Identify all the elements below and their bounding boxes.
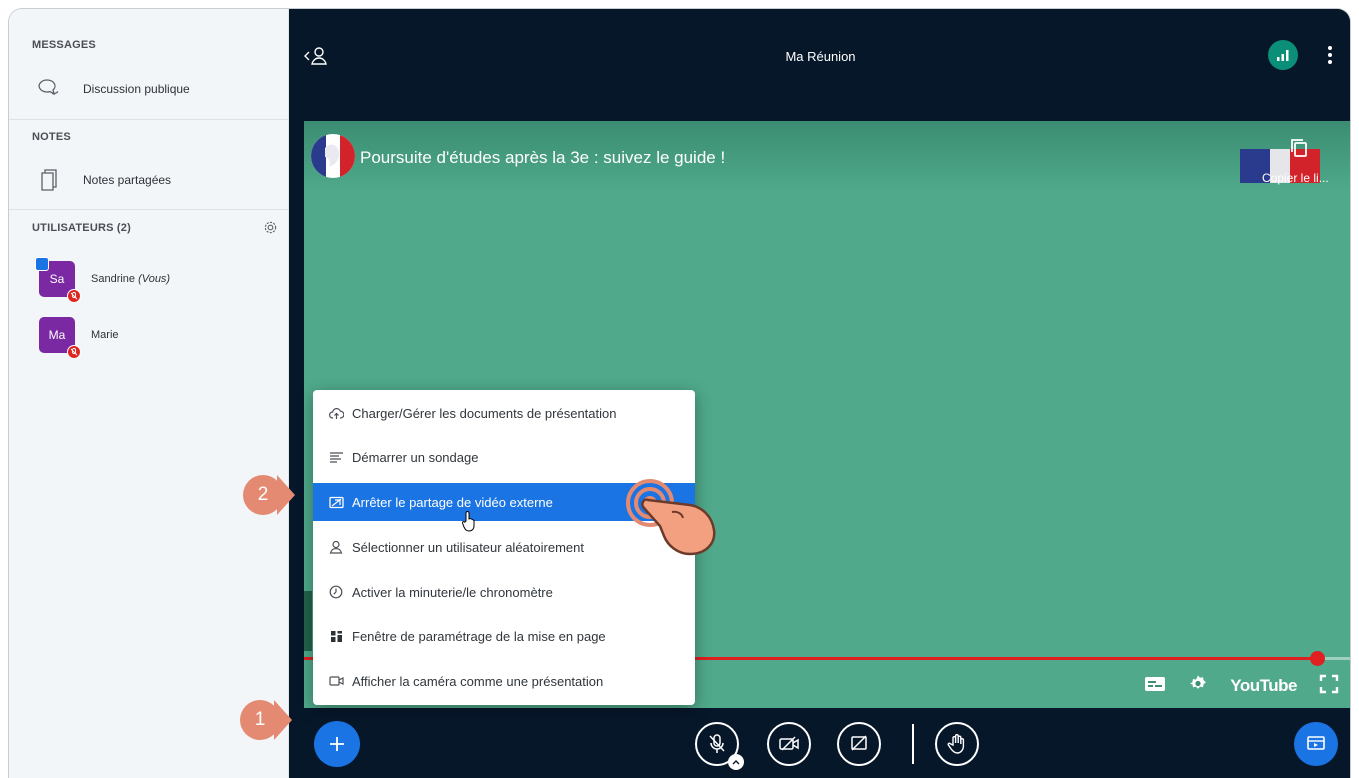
menu-item-label: Sélectionner un utilisateur aléatoiremen… bbox=[352, 539, 584, 555]
menu-item-label: Afficher la caméra comme une présentatio… bbox=[352, 673, 604, 689]
user-name: Marie bbox=[91, 329, 119, 341]
plus-icon bbox=[330, 737, 344, 751]
copy-link-label[interactable]: Copier le li... bbox=[1262, 171, 1329, 185]
tutorial-step-2-badge: 2 bbox=[243, 475, 295, 515]
subtitles-icon[interactable] bbox=[1144, 676, 1166, 697]
presentation-toggle-button[interactable] bbox=[1294, 722, 1338, 766]
menu-item-label: Démarrer un sondage bbox=[352, 449, 479, 465]
fullscreen-icon[interactable] bbox=[1319, 674, 1339, 699]
raise-hand-icon bbox=[947, 734, 965, 754]
options-menu-icon[interactable] bbox=[1322, 43, 1338, 67]
youtube-logo[interactable]: YouTube bbox=[1230, 676, 1297, 696]
menu-item-camera-as-content[interactable]: Afficher la caméra comme une présentatio… bbox=[313, 662, 695, 700]
menu-item-layout-settings[interactable]: Fenêtre de paramétrage de la mise en pag… bbox=[313, 617, 695, 655]
upload-icon bbox=[328, 405, 344, 421]
sidebar: MESSAGES Discussion publique NOTES Notes… bbox=[9, 9, 289, 778]
external-video-icon bbox=[328, 494, 344, 510]
share-webcam-button[interactable] bbox=[767, 722, 811, 766]
actions-plus-button[interactable] bbox=[314, 721, 360, 767]
menu-item-start-poll[interactable]: Démarrer un sondage bbox=[313, 438, 695, 476]
sidebar-divider bbox=[9, 209, 288, 210]
user-list-item[interactable]: Sa Sandrine (Vous) bbox=[35, 257, 171, 303]
channel-logo-icon[interactable] bbox=[311, 134, 355, 178]
signal-bars-icon bbox=[1277, 50, 1289, 61]
users-settings-gear-icon[interactable] bbox=[263, 220, 278, 240]
timer-icon bbox=[328, 584, 344, 600]
avatar-initials: Sa bbox=[49, 272, 65, 286]
top-bar: Ma Réunion bbox=[289, 9, 1350, 119]
step-pointer bbox=[274, 700, 292, 740]
you-suffix: (Vous) bbox=[138, 273, 171, 285]
public-chat-label: Discussion publique bbox=[83, 82, 190, 96]
copy-link-icon[interactable] bbox=[1289, 137, 1311, 164]
messages-section-title: MESSAGES bbox=[32, 39, 96, 51]
action-bar bbox=[289, 709, 1350, 778]
step-pointer bbox=[277, 475, 295, 515]
notes-section-title: NOTES bbox=[32, 131, 71, 143]
menu-item-label: Arrêter le partage de vidéo externe bbox=[352, 494, 553, 510]
unmute-button[interactable] bbox=[695, 722, 744, 770]
shared-notes-label: Notes partagées bbox=[83, 173, 172, 187]
camera-off-icon bbox=[779, 736, 799, 751]
mouse-pointer-hand-icon bbox=[461, 510, 478, 537]
tap-gesture-hand-icon bbox=[620, 478, 720, 563]
menu-item-label: Activer la minuterie/le chronomètre bbox=[352, 584, 553, 600]
meeting-title: Ma Réunion bbox=[785, 49, 856, 64]
muted-mic-icon bbox=[67, 289, 81, 303]
screen-share-off-icon bbox=[851, 735, 867, 751]
menu-item-label: Charger/Gérer les documents de présentat… bbox=[352, 405, 617, 421]
notes-icon bbox=[37, 168, 61, 192]
video-controls: YouTube bbox=[1144, 673, 1339, 699]
poll-icon bbox=[328, 449, 344, 465]
audio-options-chevron-icon[interactable] bbox=[728, 754, 744, 770]
tutorial-step-1-badge: 1 bbox=[240, 700, 292, 740]
menu-item-timer[interactable]: Activer la minuterie/le chronomètre bbox=[313, 573, 695, 611]
connection-status-button[interactable] bbox=[1268, 40, 1298, 70]
menu-item-label: Fenêtre de paramétrage de la mise en pag… bbox=[352, 628, 606, 644]
sidebar-item-shared-notes[interactable]: Notes partagées bbox=[9, 160, 288, 200]
user-name: Sandrine (Vous) bbox=[91, 273, 171, 285]
presentation-icon bbox=[1307, 736, 1325, 750]
video-scrubber-handle[interactable] bbox=[1310, 651, 1326, 666]
video-frame-edge bbox=[304, 591, 312, 651]
avatar-initials: Ma bbox=[48, 328, 66, 342]
chat-icon bbox=[37, 77, 61, 101]
sidebar-divider bbox=[9, 119, 288, 120]
camera-icon bbox=[328, 673, 344, 689]
user-icon bbox=[328, 539, 344, 555]
video-title[interactable]: Poursuite d'études après la 3e : suivez … bbox=[360, 148, 725, 168]
presenter-icon bbox=[35, 257, 49, 271]
controls-separator bbox=[912, 724, 914, 764]
raise-hand-button[interactable] bbox=[935, 722, 979, 766]
avatar: Ma bbox=[39, 317, 81, 359]
settings-gear-icon[interactable] bbox=[1188, 674, 1208, 699]
user-list-item[interactable]: Ma Marie bbox=[39, 315, 119, 359]
muted-mic-icon bbox=[67, 345, 81, 359]
layout-icon bbox=[328, 628, 344, 644]
share-screen-button[interactable] bbox=[837, 722, 881, 766]
menu-item-manage-presentations[interactable]: Charger/Gérer les documents de présentat… bbox=[313, 394, 695, 432]
sidebar-item-public-chat[interactable]: Discussion publique bbox=[9, 69, 288, 109]
avatar: Sa bbox=[35, 257, 81, 303]
muted-microphone-icon bbox=[709, 734, 725, 753]
users-section-title: UTILISATEURS (2) bbox=[32, 222, 131, 234]
